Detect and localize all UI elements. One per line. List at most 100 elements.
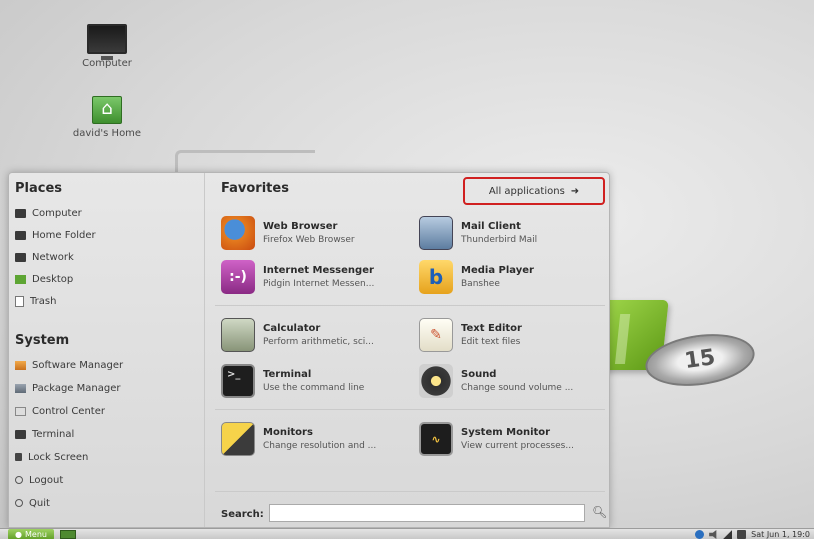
- logout-icon: [15, 476, 23, 484]
- pidgin-icon: :-): [221, 260, 255, 294]
- app-description: Change resolution and ...: [263, 441, 377, 451]
- package-manager-icon: [15, 383, 26, 393]
- sound-icon: [419, 364, 453, 398]
- menu-button[interactable]: ● Menu: [8, 529, 54, 539]
- home-icon: [15, 230, 26, 240]
- favorites-title: Favorites: [221, 181, 289, 196]
- quit-icon: [15, 499, 23, 507]
- system-item-label: Terminal: [32, 428, 75, 440]
- mint-logo-icon: ●: [15, 530, 22, 539]
- places-item-label: Desktop: [32, 273, 74, 285]
- app-text-editor[interactable]: ✎ Text Editor Edit text files: [419, 315, 609, 355]
- network-status-icon[interactable]: [723, 530, 733, 539]
- app-description: Pidgin Internet Messen...: [263, 279, 375, 289]
- volume-icon[interactable]: [709, 530, 717, 539]
- places-item-home-folder[interactable]: Home Folder: [15, 225, 195, 245]
- banshee-icon: b: [419, 260, 453, 294]
- arrow-right-icon: ➜: [570, 185, 580, 197]
- search-icon[interactable]: 🔍︎: [592, 505, 607, 519]
- text-editor-icon: ✎: [419, 318, 453, 352]
- system-item-logout[interactable]: Logout: [15, 470, 195, 490]
- search-divider: [215, 491, 605, 492]
- desktop-icon-computer[interactable]: Computer: [52, 24, 162, 69]
- app-description: Firefox Web Browser: [263, 235, 355, 245]
- show-desktop-button[interactable]: [60, 530, 76, 539]
- desktop-icon: [15, 274, 26, 284]
- places-item-network[interactable]: Network: [15, 247, 195, 267]
- clock[interactable]: Sat Jun 1, 19:0: [751, 530, 810, 539]
- app-name: Web Browser: [263, 221, 338, 232]
- app-name: Internet Messenger: [263, 265, 374, 276]
- network-icon: [15, 252, 26, 262]
- software-manager-icon: [15, 360, 26, 370]
- places-title: Places: [15, 181, 63, 196]
- monitor-icon: [87, 24, 127, 60]
- system-item-terminal[interactable]: Terminal: [15, 424, 195, 444]
- app-description: View current processes...: [461, 441, 574, 451]
- app-description: Banshee: [461, 279, 500, 289]
- lock-icon: [15, 453, 22, 461]
- app-calculator[interactable]: Calculator Perform arithmetic, sci...: [221, 315, 411, 355]
- app-name: Terminal: [263, 369, 312, 380]
- app-name: System Monitor: [461, 427, 551, 438]
- system-item-label: Quit: [29, 497, 50, 509]
- system-item-quit[interactable]: Quit: [15, 493, 195, 513]
- places-item-label: Trash: [30, 295, 57, 307]
- system-title: System: [15, 333, 70, 348]
- app-mail-client[interactable]: Mail Client Thunderbird Mail: [419, 213, 609, 253]
- search-label: Search:: [221, 509, 264, 520]
- mint-menu: Places Computer Home Folder Network Desk…: [8, 172, 610, 528]
- app-internet-messenger[interactable]: :-) Internet Messenger Pidgin Internet M…: [221, 257, 411, 297]
- app-description: Edit text files: [461, 337, 521, 347]
- app-description: Change sound volume ...: [461, 383, 574, 393]
- app-web-browser[interactable]: Web Browser Firefox Web Browser: [221, 213, 411, 253]
- app-media-player[interactable]: b Media Player Banshee: [419, 257, 609, 297]
- places-item-trash[interactable]: Trash: [15, 291, 195, 311]
- app-description: Perform arithmetic, sci...: [263, 337, 374, 347]
- places-item-label: Home Folder: [32, 229, 96, 241]
- favorites-divider: [215, 409, 605, 410]
- update-manager-icon[interactable]: [695, 530, 705, 539]
- app-name: Text Editor: [461, 323, 522, 334]
- app-name: Monitors: [263, 427, 313, 438]
- search-input[interactable]: [269, 504, 585, 522]
- system-item-control-center[interactable]: Control Center: [15, 401, 195, 421]
- app-monitors[interactable]: Monitors Change resolution and ...: [221, 419, 411, 459]
- firefox-icon: [221, 216, 255, 250]
- app-description: Thunderbird Mail: [461, 235, 538, 245]
- trash-icon: [15, 295, 24, 307]
- app-description: Use the command line: [263, 383, 365, 393]
- app-terminal[interactable]: >_ Terminal Use the command line: [221, 361, 411, 401]
- app-name: Mail Client: [461, 221, 521, 232]
- system-item-label: Control Center: [32, 405, 105, 417]
- control-center-icon: [15, 406, 26, 416]
- favorites-divider: [215, 305, 605, 306]
- places-item-computer[interactable]: Computer: [15, 203, 195, 223]
- terminal-icon: [15, 429, 26, 439]
- app-name: Calculator: [263, 323, 321, 334]
- all-applications-button[interactable]: All applications ➜: [463, 177, 605, 205]
- places-item-label: Network: [32, 251, 74, 263]
- menu-right-column: Favorites All applications ➜ Web Browser…: [204, 173, 611, 527]
- computer-icon: [15, 208, 26, 218]
- system-item-lock-screen[interactable]: Lock Screen: [15, 447, 195, 467]
- battery-icon[interactable]: [737, 530, 747, 539]
- home-folder-icon: [92, 96, 122, 124]
- app-sound[interactable]: Sound Change sound volume ...: [419, 361, 609, 401]
- desktop-icon-home[interactable]: david's Home: [52, 96, 162, 139]
- all-applications-label: All applications: [488, 185, 565, 197]
- app-name: Media Player: [461, 265, 534, 276]
- places-item-label: Computer: [32, 207, 82, 219]
- app-name: Sound: [461, 369, 497, 380]
- monitors-icon: [221, 422, 255, 456]
- app-system-monitor[interactable]: ∿ System Monitor View current processes.…: [419, 419, 609, 459]
- places-item-desktop[interactable]: Desktop: [15, 269, 195, 289]
- system-item-label: Logout: [29, 474, 64, 486]
- system-item-label: Lock Screen: [28, 451, 89, 463]
- system-item-label: Software Manager: [32, 359, 124, 371]
- system-monitor-icon: ∿: [419, 422, 453, 456]
- menu-left-column: Places Computer Home Folder Network Desk…: [9, 173, 204, 527]
- menu-button-label: Menu: [25, 530, 47, 539]
- system-item-package-manager[interactable]: Package Manager: [15, 378, 195, 398]
- system-item-software-manager[interactable]: Software Manager: [15, 355, 195, 375]
